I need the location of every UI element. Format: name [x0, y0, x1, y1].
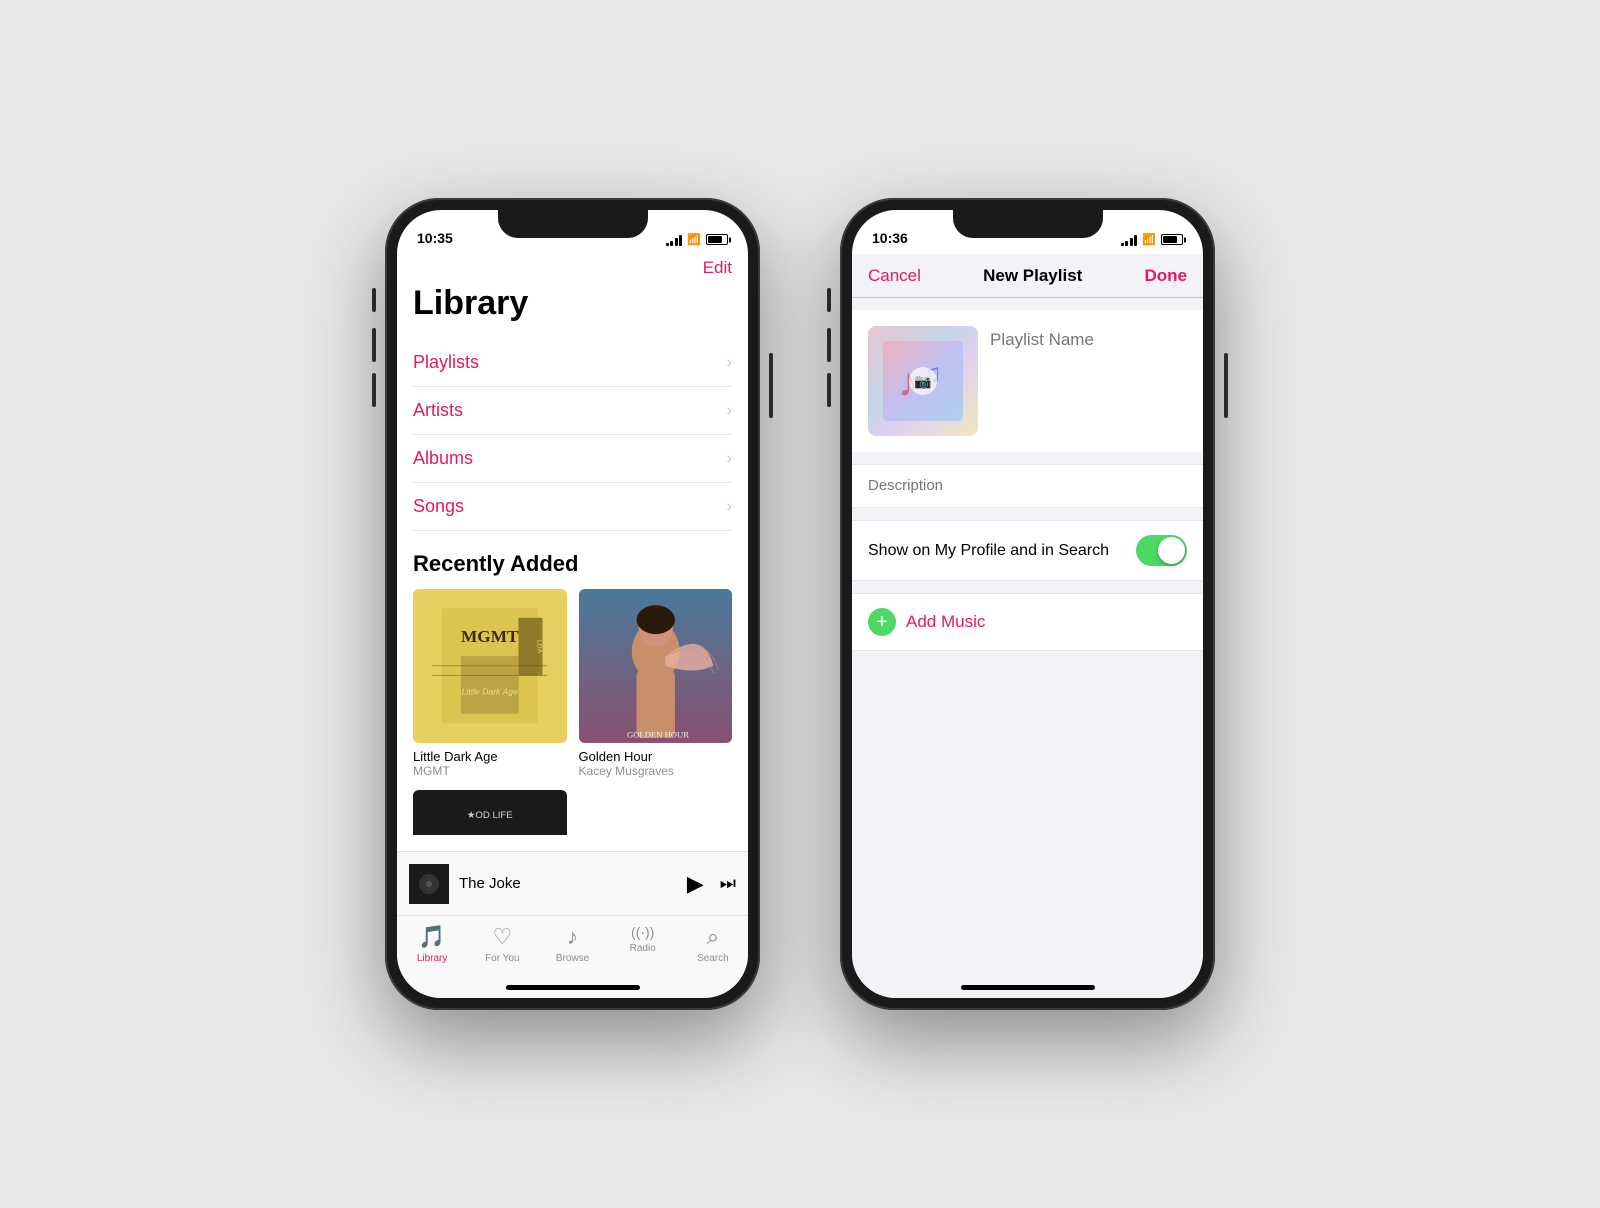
- play-button[interactable]: ▶: [687, 871, 704, 897]
- library-title: Library: [413, 284, 732, 323]
- menu-label-artists: Artists: [413, 400, 463, 421]
- library-icon: 🎵: [418, 924, 445, 950]
- wifi-icon: 📶: [687, 233, 701, 246]
- heart-icon: ♡: [492, 924, 512, 950]
- tab-library[interactable]: 🎵 Library: [397, 924, 467, 964]
- playlist-content: ♪ ♫ 📷 Show on My Profile and in Search: [852, 298, 1203, 998]
- signal-icon: [666, 234, 683, 246]
- menu-label-songs: Songs: [413, 496, 464, 517]
- nav-bar: Cancel New Playlist Done: [852, 254, 1203, 298]
- svg-text:MGMT: MGMT: [461, 627, 519, 646]
- chevron-icon-playlists: ›: [727, 354, 732, 372]
- now-playing-bar[interactable]: The Joke ▶ ⏭: [397, 851, 748, 915]
- tab-browse[interactable]: ♪ Browse: [537, 924, 607, 964]
- menu-item-albums[interactable]: Albums ›: [413, 435, 732, 483]
- phone-right: 10:36 📶 Cancel New Playlist Done: [840, 198, 1215, 1010]
- search-icon: ⌕: [707, 924, 719, 950]
- time-left: 10:35: [417, 230, 453, 246]
- menu-label-albums: Albums: [413, 448, 473, 469]
- album-grid: MGMT Little Dark Age LDA: [413, 589, 732, 778]
- playlist-artwork[interactable]: ♪ ♫ 📷: [868, 326, 978, 436]
- signal-icon-right: [1121, 234, 1138, 246]
- nav-title: New Playlist: [983, 266, 1082, 286]
- album-art-golden: GOLDEN HOUR: [579, 589, 733, 743]
- description-input[interactable]: [868, 477, 1187, 494]
- playback-controls: ▶ ⏭: [687, 871, 736, 897]
- radio-icon: ((·)): [631, 924, 654, 940]
- tab-label-browse: Browse: [556, 953, 589, 964]
- library-content: Edit Library Playlists › Artists › Album…: [397, 254, 748, 851]
- svg-text:LDA: LDA: [536, 640, 543, 654]
- tab-label-foryou: For You: [485, 953, 519, 964]
- battery-icon: [706, 234, 728, 245]
- skip-button[interactable]: ⏭: [720, 873, 736, 894]
- tab-radio[interactable]: ((·)) Radio: [608, 924, 678, 954]
- profile-toggle-section: Show on My Profile and in Search: [852, 520, 1203, 581]
- svg-text:★OD LIFE: ★OD LIFE: [467, 809, 513, 820]
- status-icons-left: 📶: [666, 233, 728, 246]
- new-playlist-screen: Cancel New Playlist Done: [852, 254, 1203, 998]
- now-playing-thumbnail: [409, 864, 449, 904]
- tab-label-search: Search: [697, 953, 729, 964]
- chevron-icon-artists: ›: [727, 402, 732, 420]
- battery-icon-right: [1161, 234, 1183, 245]
- camera-icon: 📷: [909, 367, 937, 395]
- home-indicator-right: [961, 985, 1095, 990]
- playlist-name-input[interactable]: [990, 326, 1203, 354]
- cancel-button[interactable]: Cancel: [868, 266, 921, 286]
- notch-left: [498, 210, 648, 238]
- done-button[interactable]: Done: [1144, 266, 1187, 286]
- edit-button[interactable]: Edit: [703, 258, 732, 278]
- album-title-golden: Golden Hour: [579, 749, 733, 764]
- status-icons-right: 📶: [1121, 233, 1183, 246]
- home-indicator: [506, 985, 640, 990]
- notch-right: [953, 210, 1103, 238]
- browse-icon: ♪: [567, 924, 578, 950]
- time-right: 10:36: [872, 230, 908, 246]
- svg-text:GOLDEN HOUR: GOLDEN HOUR: [626, 730, 688, 740]
- library-header: Edit: [413, 254, 732, 280]
- album-card-golden[interactable]: GOLDEN HOUR Golden Hour Kacey Musgraves: [579, 589, 733, 778]
- tab-label-radio: Radio: [630, 943, 656, 954]
- tab-for-you[interactable]: ♡ For You: [467, 924, 537, 964]
- tab-search[interactable]: ⌕ Search: [678, 924, 748, 964]
- toggle-label: Show on My Profile and in Search: [868, 542, 1109, 560]
- phone-left: 10:35 📶 Edit Library: [385, 198, 760, 1010]
- menu-item-playlists[interactable]: Playlists ›: [413, 339, 732, 387]
- menu-item-songs[interactable]: Songs ›: [413, 483, 732, 531]
- album-title-mgmt: Little Dark Age: [413, 749, 567, 764]
- menu-label-playlists: Playlists: [413, 352, 479, 373]
- add-music-icon: +: [868, 608, 896, 636]
- album-artist-golden: Kacey Musgraves: [579, 764, 733, 778]
- wifi-icon-right: 📶: [1142, 233, 1156, 246]
- chevron-icon-songs: ›: [727, 498, 732, 516]
- library-screen: Edit Library Playlists › Artists › Album…: [397, 254, 748, 998]
- album-artist-mgmt: MGMT: [413, 764, 567, 778]
- tab-label-library: Library: [417, 953, 448, 964]
- album-art-mgmt: MGMT Little Dark Age LDA: [413, 589, 567, 743]
- menu-item-artists[interactable]: Artists ›: [413, 387, 732, 435]
- add-music-label: Add Music: [906, 612, 985, 632]
- chevron-icon-albums: ›: [727, 450, 732, 468]
- toggle-knob: [1158, 537, 1185, 564]
- svg-text:Little Dark Age: Little Dark Age: [462, 687, 518, 697]
- playlist-header-section: ♪ ♫ 📷: [852, 310, 1203, 452]
- album-card-mgmt[interactable]: MGMT Little Dark Age LDA: [413, 589, 567, 778]
- profile-toggle[interactable]: [1136, 535, 1187, 566]
- add-music-section[interactable]: + Add Music: [852, 593, 1203, 651]
- now-playing-title: The Joke: [459, 875, 677, 892]
- description-section: [852, 464, 1203, 508]
- recently-added-title: Recently Added: [413, 551, 732, 577]
